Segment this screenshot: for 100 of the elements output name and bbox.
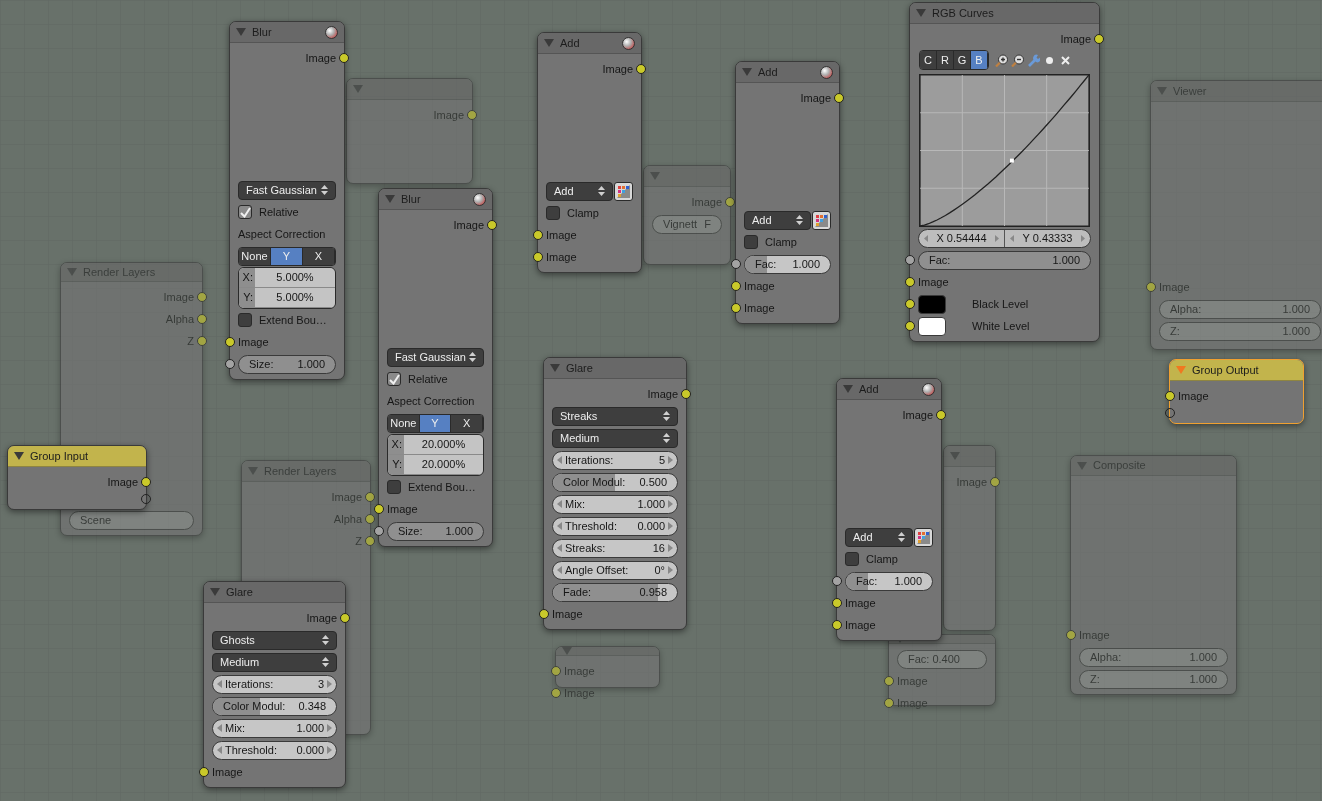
dropdown[interactable]: Fast Gaussian <box>238 180 336 200</box>
socket[interactable] <box>551 666 561 676</box>
socket[interactable] <box>365 536 375 546</box>
collapse-triangle-icon <box>67 268 77 277</box>
socket[interactable] <box>199 767 209 777</box>
socket[interactable] <box>374 504 384 514</box>
option-tab[interactable]: None <box>388 414 420 432</box>
number-field[interactable]: Threshold: 0.000 <box>212 740 337 760</box>
socket[interactable] <box>340 613 350 623</box>
checkbox[interactable] <box>238 205 252 219</box>
checkbox[interactable] <box>744 235 758 249</box>
socket[interactable] <box>339 53 349 63</box>
color-ramp-button[interactable] <box>614 181 633 201</box>
number-field[interactable]: Y: 5.000% <box>239 288 335 308</box>
slider[interactable]: Fac: 1.000 <box>744 254 831 274</box>
socket[interactable] <box>197 314 207 325</box>
socket[interactable] <box>905 321 915 331</box>
color-swatch[interactable] <box>918 316 946 336</box>
socket[interactable] <box>832 620 842 630</box>
socket[interactable] <box>225 359 235 369</box>
socket[interactable] <box>990 477 1000 487</box>
checkbox[interactable] <box>845 552 859 566</box>
node-header[interactable]: Group Output <box>1170 360 1303 381</box>
option-tab[interactable]: X <box>451 414 483 432</box>
socket[interactable] <box>365 492 375 502</box>
channel-tab[interactable]: R <box>937 51 954 69</box>
option-tab[interactable]: None <box>239 247 271 265</box>
socket[interactable] <box>1146 282 1156 292</box>
socket[interactable] <box>681 389 691 399</box>
channel-tab[interactable]: C <box>920 51 937 69</box>
decrement-arrow-icon <box>557 522 562 530</box>
socket[interactable] <box>731 303 741 313</box>
socket[interactable] <box>1066 630 1076 640</box>
collapse-triangle-icon <box>236 28 246 36</box>
socket[interactable] <box>197 336 207 347</box>
socket[interactable] <box>905 277 915 287</box>
socket[interactable] <box>1094 34 1104 44</box>
number-field[interactable]: Streaks: 16 <box>552 538 678 558</box>
checkbox[interactable] <box>387 480 401 494</box>
number-field[interactable]: X: 20.000% <box>388 435 483 455</box>
dropdown[interactable]: Add <box>546 181 613 201</box>
socket[interactable] <box>374 526 384 536</box>
socket[interactable] <box>1165 391 1175 401</box>
dropdown[interactable]: Add <box>845 527 913 547</box>
socket-label: Image <box>918 274 949 290</box>
option-tab[interactable]: X <box>303 247 335 265</box>
slider[interactable]: Fade: 0.958 <box>552 582 678 602</box>
socket[interactable] <box>884 698 894 708</box>
socket[interactable] <box>533 252 543 262</box>
option-tab[interactable]: Y <box>271 247 303 265</box>
dropdown[interactable]: Ghosts <box>212 630 337 650</box>
field-label: Iterations: <box>225 676 275 692</box>
dropdown[interactable]: Add <box>744 210 811 230</box>
color-ramp-button[interactable] <box>812 210 831 230</box>
number-field[interactable]: Y: 20.000% <box>388 455 483 475</box>
number-field[interactable]: Size: 1.000 <box>387 521 484 541</box>
socket[interactable] <box>731 259 741 269</box>
number-field[interactable]: Iterations: 5 <box>552 450 678 470</box>
socket[interactable] <box>834 93 844 103</box>
color-ramp-button[interactable] <box>914 527 933 547</box>
checkbox[interactable] <box>387 372 401 386</box>
option-tab[interactable]: Y <box>419 414 452 432</box>
channel-tab[interactable]: B <box>971 51 988 69</box>
channel-tab[interactable]: G <box>954 51 971 69</box>
socket[interactable] <box>832 576 842 586</box>
checkbox[interactable] <box>546 206 560 220</box>
socket[interactable] <box>832 598 842 608</box>
number-field[interactable]: Size: 1.000 <box>238 354 336 374</box>
socket[interactable] <box>141 477 151 487</box>
dropdown[interactable]: Medium <box>212 652 337 672</box>
dropdown[interactable]: Fast Gaussian <box>387 347 484 367</box>
socket[interactable] <box>636 64 646 74</box>
number-field[interactable]: Mix: 1.000 <box>552 494 678 514</box>
number-field[interactable]: Threshold: 0.000 <box>552 516 678 536</box>
socket[interactable] <box>467 110 477 120</box>
socket[interactable] <box>905 299 915 309</box>
node-header[interactable]: Group Input <box>8 446 146 467</box>
socket[interactable] <box>487 220 497 230</box>
dropdown[interactable]: Streaks <box>552 406 678 426</box>
slider[interactable]: Color Modul: 0.500 <box>552 472 678 492</box>
number-field[interactable]: Fac: 1.000 <box>918 250 1091 270</box>
socket[interactable] <box>365 514 375 524</box>
socket[interactable] <box>197 292 207 303</box>
color-swatch[interactable] <box>918 294 946 314</box>
socket[interactable] <box>533 230 543 240</box>
number-field[interactable]: Mix: 1.000 <box>212 718 337 738</box>
socket[interactable] <box>225 337 235 347</box>
number-field[interactable]: X: 5.000% <box>239 268 335 288</box>
slider[interactable]: Color Modul: 0.348 <box>212 696 337 716</box>
socket[interactable] <box>539 609 549 619</box>
number-field[interactable]: Iterations: 3 <box>212 674 337 694</box>
socket[interactable] <box>731 281 741 291</box>
socket[interactable] <box>551 688 561 698</box>
socket[interactable] <box>884 676 894 686</box>
number-field[interactable]: Angle Offset: 0° <box>552 560 678 580</box>
checkbox[interactable] <box>238 313 252 327</box>
slider[interactable]: Fac: 1.000 <box>845 571 933 591</box>
dropdown[interactable]: Medium <box>552 428 678 448</box>
socket[interactable] <box>936 410 946 420</box>
socket[interactable] <box>905 255 915 265</box>
